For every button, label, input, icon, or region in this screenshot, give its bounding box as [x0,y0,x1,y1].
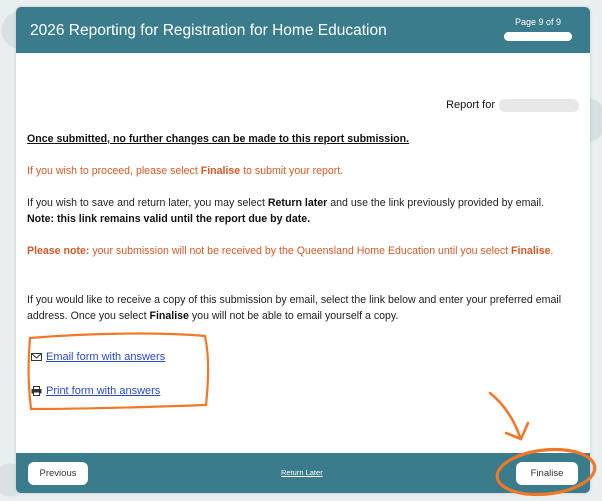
link-validity-note: Note: this link remains valid until the … [27,213,311,225]
report-for-label: Report for [446,99,495,111]
report-for: Report for [446,97,579,113]
page-title: 2026 Reporting for Registration for Home… [30,22,387,39]
progress-bar [504,32,572,41]
printer-icon [31,386,42,396]
previous-button[interactable]: Previous [28,462,88,485]
email-link-row[interactable]: Email form with answers [31,349,165,365]
page-indicator: Page 9 of 9 [514,17,562,27]
print-link-row[interactable]: Print form with answers [31,383,160,399]
please-note: Please note: your submission will not be… [27,245,554,257]
submission-warning: Once submitted, no further changes can b… [27,133,410,145]
form-footer: Previous Return Later Finalise [16,453,590,493]
return-later-link[interactable]: Return Later [281,468,323,477]
redacted-name [499,98,579,112]
copy-instruction: If you would like to receive a copy of t… [27,294,562,322]
envelope-icon [31,353,42,361]
return-instruction: If you wish to save and return later, yo… [27,197,545,225]
print-form-link[interactable]: Print form with answers [46,383,160,399]
progress-fill [504,32,572,41]
finalise-button[interactable]: Finalise [516,462,578,485]
form-header: 2026 Reporting for Registration for Home… [16,7,590,53]
report-card: 2026 Reporting for Registration for Home… [16,7,590,493]
email-form-link[interactable]: Email form with answers [46,349,165,365]
proceed-instruction: If you wish to proceed, please select Fi… [27,165,344,177]
